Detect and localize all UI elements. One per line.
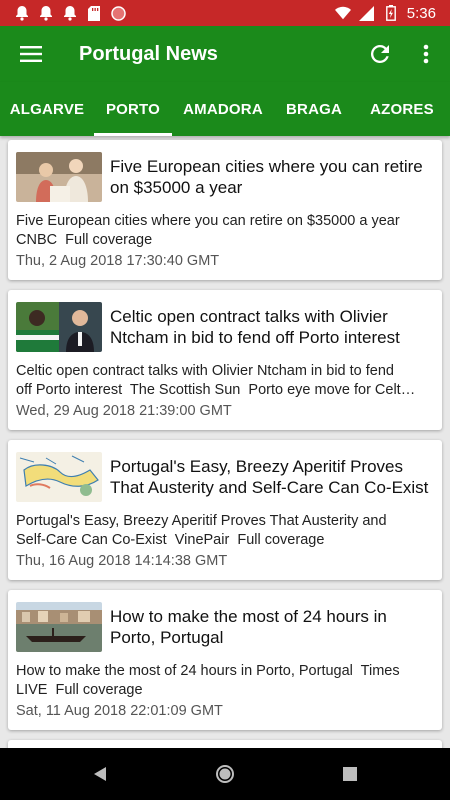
system-status: 5:36 [334,4,450,22]
article-title: Portugal's Easy, Breezy Aperitif Proves … [110,457,429,497]
notification-bell-icon [38,5,54,21]
wifi-icon [334,5,351,21]
notification-icons [0,5,126,21]
article-thumbnail [16,152,102,202]
battery-charging-icon [383,5,399,21]
home-icon[interactable] [163,748,288,800]
notification-bell-icon [62,5,78,21]
news-card[interactable]: How to make the most of 24 hours in Port… [8,590,442,730]
back-icon[interactable] [38,748,163,800]
sd-card-icon [86,5,102,21]
article-date: Thu, 16 Aug 2018 14:14:38 GMT [16,553,228,569]
article-date: Thu, 2 Aug 2018 17:30:40 GMT [16,253,220,269]
article-description: How to make the most of 24 hours in Port… [16,663,400,698]
news-card[interactable]: Celtic open contract talks with Olivier … [8,290,442,430]
signal-icon [359,5,375,21]
article-description: Celtic open contract talks with Olivier … [16,363,416,398]
refresh-icon[interactable] [358,26,402,82]
article-date: Wed, 29 Aug 2018 21:39:00 GMT [16,403,232,419]
app-title: Portugal News [79,42,218,65]
tab-azores[interactable]: AZORES [354,82,450,136]
article-thumbnail [16,602,102,652]
news-feed[interactable]: Five European cities where you can retir… [0,136,450,748]
app-bar: Portugal News [0,26,450,82]
more-vert-icon[interactable] [402,26,450,82]
region-tabs: ALGARVE PORTO AMADORA BRAGA AZORES [0,82,450,136]
notification-bell-icon [14,5,30,21]
system-nav-bar [0,748,450,800]
news-card[interactable] [8,740,442,748]
status-bar: 5:36 [0,0,450,26]
article-thumbnail [16,452,102,502]
hamburger-menu-icon[interactable] [3,26,59,82]
article-description: Five European cities where you can retir… [16,213,400,248]
article-description: Portugal's Easy, Breezy Aperitif Proves … [16,513,387,548]
article-date: Sat, 11 Aug 2018 22:01:09 GMT [16,703,223,719]
tab-algarve[interactable]: ALGARVE [0,82,94,136]
article-title: Celtic open contract talks with Olivier … [110,307,400,347]
news-card[interactable]: Five European cities where you can retir… [8,140,442,280]
recents-icon[interactable] [288,748,413,800]
tab-amadora[interactable]: AMADORA [172,82,274,136]
circle-app-icon [110,5,126,21]
article-thumbnail [16,302,102,352]
news-card[interactable]: Portugal's Easy, Breezy Aperitif Proves … [8,440,442,580]
article-title: How to make the most of 24 hours in Port… [110,607,387,647]
status-time: 5:36 [406,4,436,22]
tab-braga[interactable]: BRAGA [274,82,354,136]
tab-porto[interactable]: PORTO [94,82,172,136]
article-title: Five European cities where you can retir… [110,157,423,197]
